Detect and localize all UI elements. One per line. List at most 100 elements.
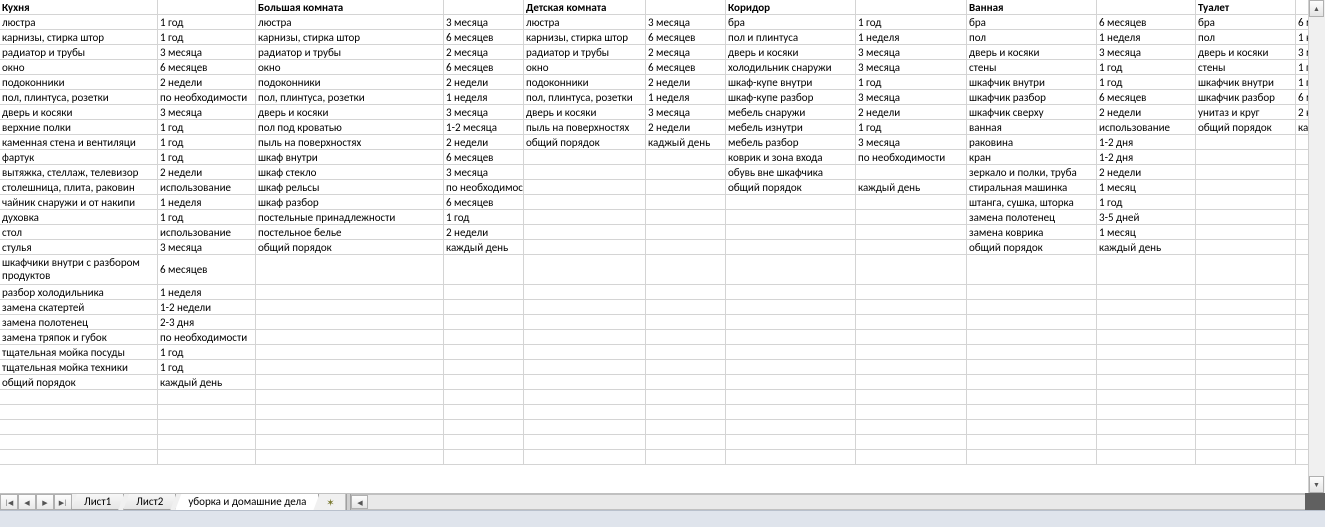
cell[interactable]: общий порядок bbox=[524, 135, 646, 150]
cell[interactable]: шкафчик разбор bbox=[967, 90, 1097, 105]
cell[interactable]: каменная стена и вентиляци bbox=[0, 135, 158, 150]
cell[interactable]: окно bbox=[256, 60, 444, 75]
cell[interactable]: подоконники bbox=[524, 75, 646, 90]
column-header[interactable] bbox=[1097, 0, 1196, 15]
cell[interactable]: 1 год bbox=[158, 210, 256, 225]
column-header[interactable]: Детская комната bbox=[524, 0, 646, 15]
cell[interactable] bbox=[1097, 390, 1196, 405]
cell[interactable] bbox=[1196, 240, 1296, 255]
cell[interactable]: 6 месяцев bbox=[646, 30, 726, 45]
cell[interactable]: пол, плинтуса, розетки bbox=[256, 90, 444, 105]
cell[interactable] bbox=[1097, 315, 1196, 330]
cell[interactable]: постельное белье bbox=[256, 225, 444, 240]
cell[interactable] bbox=[1097, 420, 1196, 435]
cell[interactable] bbox=[158, 420, 256, 435]
cell[interactable] bbox=[856, 240, 967, 255]
cell[interactable] bbox=[1196, 345, 1296, 360]
cell[interactable]: пол, плинтуса, розетки bbox=[0, 90, 158, 105]
cell[interactable] bbox=[646, 150, 726, 165]
cell[interactable] bbox=[524, 375, 646, 390]
cell[interactable] bbox=[646, 315, 726, 330]
column-header[interactable]: Коридор bbox=[726, 0, 856, 15]
cell[interactable]: 1 месяц bbox=[1097, 225, 1196, 240]
cell[interactable]: 2 недели bbox=[1097, 165, 1196, 180]
cell[interactable] bbox=[256, 375, 444, 390]
cell[interactable]: люстра bbox=[0, 15, 158, 30]
cell[interactable]: зеркало и полки, труба bbox=[967, 165, 1097, 180]
cell[interactable] bbox=[444, 450, 524, 465]
cell[interactable] bbox=[726, 360, 856, 375]
cell[interactable]: радиатор и трубы bbox=[524, 45, 646, 60]
cell[interactable] bbox=[646, 405, 726, 420]
cell[interactable] bbox=[856, 255, 967, 285]
cell[interactable]: 1 год bbox=[158, 150, 256, 165]
cell[interactable] bbox=[1196, 420, 1296, 435]
cell[interactable]: 2 недели bbox=[444, 225, 524, 240]
cell[interactable] bbox=[856, 405, 967, 420]
cell[interactable] bbox=[967, 420, 1097, 435]
cell[interactable] bbox=[967, 435, 1097, 450]
cell[interactable]: 1 год bbox=[158, 120, 256, 135]
cell[interactable]: штанга, сушка, шторка bbox=[967, 195, 1097, 210]
cell[interactable] bbox=[646, 285, 726, 300]
cell[interactable]: подоконники bbox=[0, 75, 158, 90]
cell[interactable] bbox=[444, 330, 524, 345]
cell[interactable]: 2 недели bbox=[444, 135, 524, 150]
cell[interactable] bbox=[967, 405, 1097, 420]
cell[interactable] bbox=[1196, 360, 1296, 375]
scroll-left-arrow[interactable]: ◀ bbox=[351, 495, 368, 509]
cell[interactable] bbox=[726, 375, 856, 390]
cell[interactable]: 1 год bbox=[158, 135, 256, 150]
cell[interactable]: люстра bbox=[524, 15, 646, 30]
cell[interactable]: замена коврика bbox=[967, 225, 1097, 240]
cell[interactable]: 3 месяца bbox=[158, 240, 256, 255]
cell[interactable] bbox=[1196, 300, 1296, 315]
cell[interactable]: духовка bbox=[0, 210, 158, 225]
cell[interactable] bbox=[256, 435, 444, 450]
cell[interactable]: замена тряпок и губок bbox=[0, 330, 158, 345]
cell[interactable] bbox=[444, 360, 524, 375]
cell[interactable]: окно bbox=[524, 60, 646, 75]
cell[interactable]: дверь и косяки bbox=[524, 105, 646, 120]
cell[interactable]: 1 год bbox=[856, 75, 967, 90]
cell[interactable]: каждый день bbox=[1097, 240, 1196, 255]
cell[interactable]: 3 месяца bbox=[444, 105, 524, 120]
cell[interactable] bbox=[1196, 135, 1296, 150]
column-header[interactable]: Ванная bbox=[967, 0, 1097, 15]
cell[interactable]: по необходимости bbox=[856, 150, 967, 165]
cell[interactable]: 1 год bbox=[158, 345, 256, 360]
cell[interactable] bbox=[967, 390, 1097, 405]
cell[interactable]: 1 год bbox=[856, 15, 967, 30]
cell[interactable] bbox=[524, 210, 646, 225]
cell[interactable] bbox=[1097, 435, 1196, 450]
cell[interactable] bbox=[158, 390, 256, 405]
cell[interactable]: ванная bbox=[967, 120, 1097, 135]
cell[interactable] bbox=[444, 435, 524, 450]
cell[interactable] bbox=[646, 225, 726, 240]
cell[interactable] bbox=[646, 195, 726, 210]
cell[interactable]: 3 месяца bbox=[646, 105, 726, 120]
cell[interactable]: обувь вне шкафчика bbox=[726, 165, 856, 180]
cell[interactable]: 1 неделя bbox=[1097, 30, 1196, 45]
cell[interactable]: верхние полки bbox=[0, 120, 158, 135]
cell[interactable] bbox=[256, 330, 444, 345]
cell[interactable] bbox=[967, 375, 1097, 390]
cell[interactable]: 6 месяцев bbox=[444, 195, 524, 210]
tab-nav-last-icon[interactable]: ▶| bbox=[54, 494, 72, 510]
cell[interactable] bbox=[524, 255, 646, 285]
cell[interactable]: мебель снаружи bbox=[726, 105, 856, 120]
cell[interactable] bbox=[646, 420, 726, 435]
cell[interactable]: окно bbox=[0, 60, 158, 75]
cell[interactable]: 1-2 недели bbox=[158, 300, 256, 315]
cell[interactable] bbox=[967, 345, 1097, 360]
cell[interactable]: 6 месяцев bbox=[158, 60, 256, 75]
cell[interactable]: каждый день bbox=[856, 180, 967, 195]
cell[interactable] bbox=[1097, 285, 1196, 300]
cell[interactable] bbox=[646, 240, 726, 255]
cell[interactable] bbox=[256, 285, 444, 300]
cell[interactable]: пыль на поверхностях bbox=[256, 135, 444, 150]
cell[interactable]: шкаф стекло bbox=[256, 165, 444, 180]
cell[interactable] bbox=[856, 315, 967, 330]
cell[interactable]: общий порядок bbox=[256, 240, 444, 255]
cell[interactable] bbox=[646, 300, 726, 315]
